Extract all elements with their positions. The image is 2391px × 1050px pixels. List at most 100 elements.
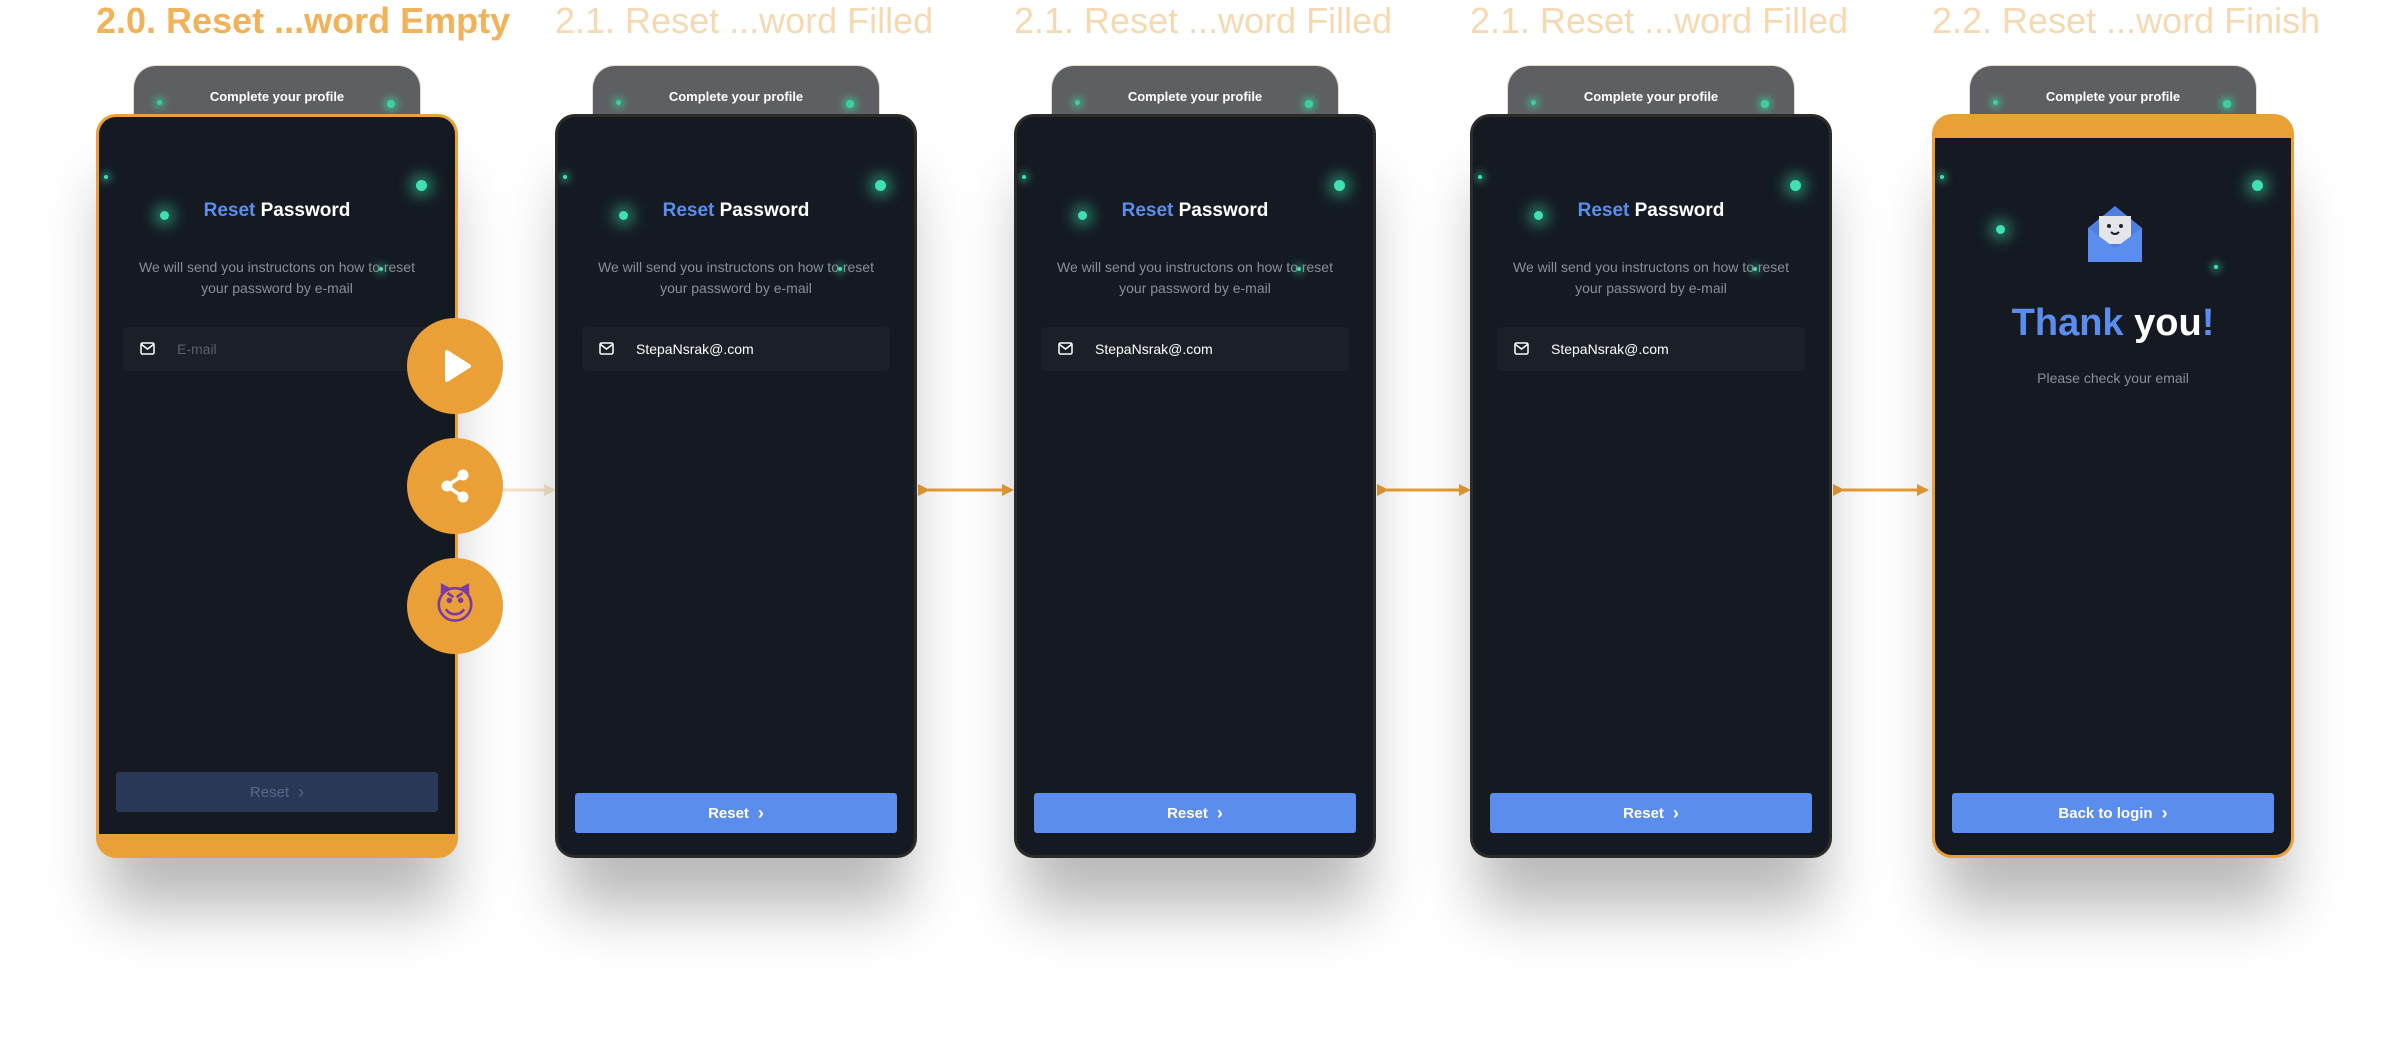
reset-button[interactable]: Reset ›: [575, 793, 897, 833]
profile-tab-label: Complete your profile: [209, 89, 345, 104]
glow-dot: [563, 175, 567, 179]
frame-title-finish: 2.2. Reset ...word Finish: [1932, 0, 2321, 41]
chevron-right-icon: ›: [757, 803, 764, 823]
reset-button-label: Reset: [708, 804, 749, 822]
glow-dot: [875, 180, 886, 191]
phone-screen: Thank you! Please check your email Back …: [1932, 114, 2294, 858]
glow-dot: [157, 100, 162, 105]
email-field[interactable]: StepaNsrak@.com: [582, 327, 890, 371]
phone-screen: Reset Password We will send you instruct…: [555, 114, 917, 858]
email-field[interactable]: StepaNsrak@.com: [1041, 327, 1349, 371]
frame-reset-finish: Complete your profile Thank you! Please …: [1932, 66, 2294, 858]
instructions-text: We will send you instructons on how to r…: [139, 259, 415, 296]
flow-connector-4: [1833, 484, 1929, 496]
page-title: Reset Password: [1473, 200, 1829, 222]
page-title-rest: Password: [714, 200, 810, 221]
thank-you-title: Thank you!: [1935, 302, 2291, 345]
devil-emoji-icon: 😈: [434, 584, 476, 628]
play-button[interactable]: [407, 318, 503, 414]
page-title-accent: Reset: [1121, 200, 1174, 221]
email-value: StepaNsrak@.com: [1095, 341, 1213, 357]
email-placeholder: E-mail: [177, 341, 217, 357]
glow-dot: [1478, 175, 1482, 179]
glow-dot: [2223, 100, 2231, 108]
instructions-text: We will send you instructons on how to r…: [598, 259, 874, 296]
page-title-rest: Password: [1629, 200, 1725, 221]
reset-button[interactable]: Reset ›: [116, 772, 438, 812]
page-title-accent: Reset: [203, 200, 256, 221]
instructions-text: We will send you instructons on how to r…: [1513, 259, 1789, 296]
frame-reset-filled-1: Complete your profile Reset Password We …: [555, 66, 917, 858]
glow-dot: [1334, 180, 1345, 191]
reset-button-label: Reset: [1167, 804, 1208, 822]
glow-dot: [1790, 180, 1801, 191]
glow-dot: [1993, 100, 1998, 105]
phone-screen: Reset Password We will send you instruct…: [1014, 114, 1376, 858]
profile-tab-label: Complete your profile: [1583, 89, 1719, 104]
frame-reset-empty: Complete your profile Reset Password We …: [96, 66, 458, 858]
glow-dot: [104, 175, 108, 179]
frame-reset-filled-3: Complete your profile Reset Password We …: [1470, 66, 1832, 858]
chevron-right-icon: ›: [298, 782, 305, 802]
thank-you-punct: !: [2201, 302, 2215, 344]
glow-dot: [2252, 180, 2263, 191]
email-value: StepaNsrak@.com: [1551, 341, 1669, 357]
mail-icon: [1058, 342, 1073, 355]
frame-title-empty: 2.0. Reset ...word Empty: [96, 0, 511, 41]
devil-emoji-button[interactable]: 😈: [407, 558, 503, 654]
frame-title-filled-2: 2.1. Reset ...word Filled: [1014, 0, 1393, 41]
profile-tab-label: Complete your profile: [668, 89, 804, 104]
chevron-right-icon: ›: [1672, 803, 1679, 823]
frame-title-filled-1: 2.1. Reset ...word Filled: [555, 0, 934, 41]
mail-icon: [1514, 342, 1529, 355]
frame-reset-filled-2: Complete your profile Reset Password We …: [1014, 66, 1376, 858]
instructions-text: We will send you instructons on how to r…: [1057, 259, 1333, 296]
chevron-right-icon: ›: [1216, 803, 1223, 823]
profile-tab-label: Complete your profile: [2045, 89, 2181, 104]
share-button[interactable]: [407, 438, 503, 534]
chevron-right-icon: ›: [2161, 803, 2168, 823]
reset-button-label: Reset: [249, 783, 290, 801]
page-title: Reset Password: [558, 200, 914, 222]
flow-connector-2: [918, 484, 1014, 496]
glow-dot: [1531, 100, 1536, 105]
reset-button[interactable]: Reset ›: [1490, 793, 1812, 833]
mail-icon: [140, 342, 155, 355]
play-icon: [445, 350, 471, 382]
flow-connector-3: [1377, 484, 1471, 496]
share-icon: [441, 469, 469, 503]
email-value: StepaNsrak@.com: [636, 341, 754, 357]
reset-button[interactable]: Reset ›: [1034, 793, 1356, 833]
glow-dot: [846, 100, 854, 108]
phone-screen: Reset Password We will send you instruct…: [1470, 114, 1832, 858]
reset-button-label: Reset: [1623, 804, 1664, 822]
flow-canvas: 2.0. Reset ...word Empty 2.1. Reset ...w…: [0, 0, 2391, 1050]
page-title-rest: Password: [1173, 200, 1269, 221]
check-email-text: Please check your email: [2037, 370, 2189, 386]
page-title: Reset Password: [99, 200, 455, 222]
back-to-login-button[interactable]: Back to login ›: [1952, 793, 2274, 833]
glow-dot: [1075, 100, 1080, 105]
email-field[interactable]: StepaNsrak@.com: [1497, 327, 1805, 371]
glow-dot: [2214, 265, 2218, 269]
glow-dot: [1940, 175, 1944, 179]
glow-dot: [1996, 225, 2005, 234]
email-field[interactable]: E-mail: [123, 327, 431, 371]
page-title: Reset Password: [1017, 200, 1373, 222]
profile-tab-label: Complete your profile: [1127, 89, 1263, 104]
mail-icon: [599, 342, 614, 355]
phone-screen: Reset Password We will send you instruct…: [96, 114, 458, 858]
thank-you-rest: you: [2123, 302, 2202, 344]
flow-connector-1: [500, 484, 556, 496]
page-title-rest: Password: [255, 200, 351, 221]
page-title-accent: Reset: [1577, 200, 1630, 221]
glow-dot: [1305, 100, 1313, 108]
glow-dot: [1022, 175, 1026, 179]
thank-you-accent: Thank: [2011, 302, 2124, 344]
page-title-accent: Reset: [662, 200, 715, 221]
frame-title-filled-3: 2.1. Reset ...word Filled: [1470, 0, 1849, 41]
back-to-login-label: Back to login: [2058, 804, 2153, 822]
glow-dot: [416, 180, 427, 191]
glow-dot: [387, 100, 395, 108]
glow-dot: [616, 100, 621, 105]
